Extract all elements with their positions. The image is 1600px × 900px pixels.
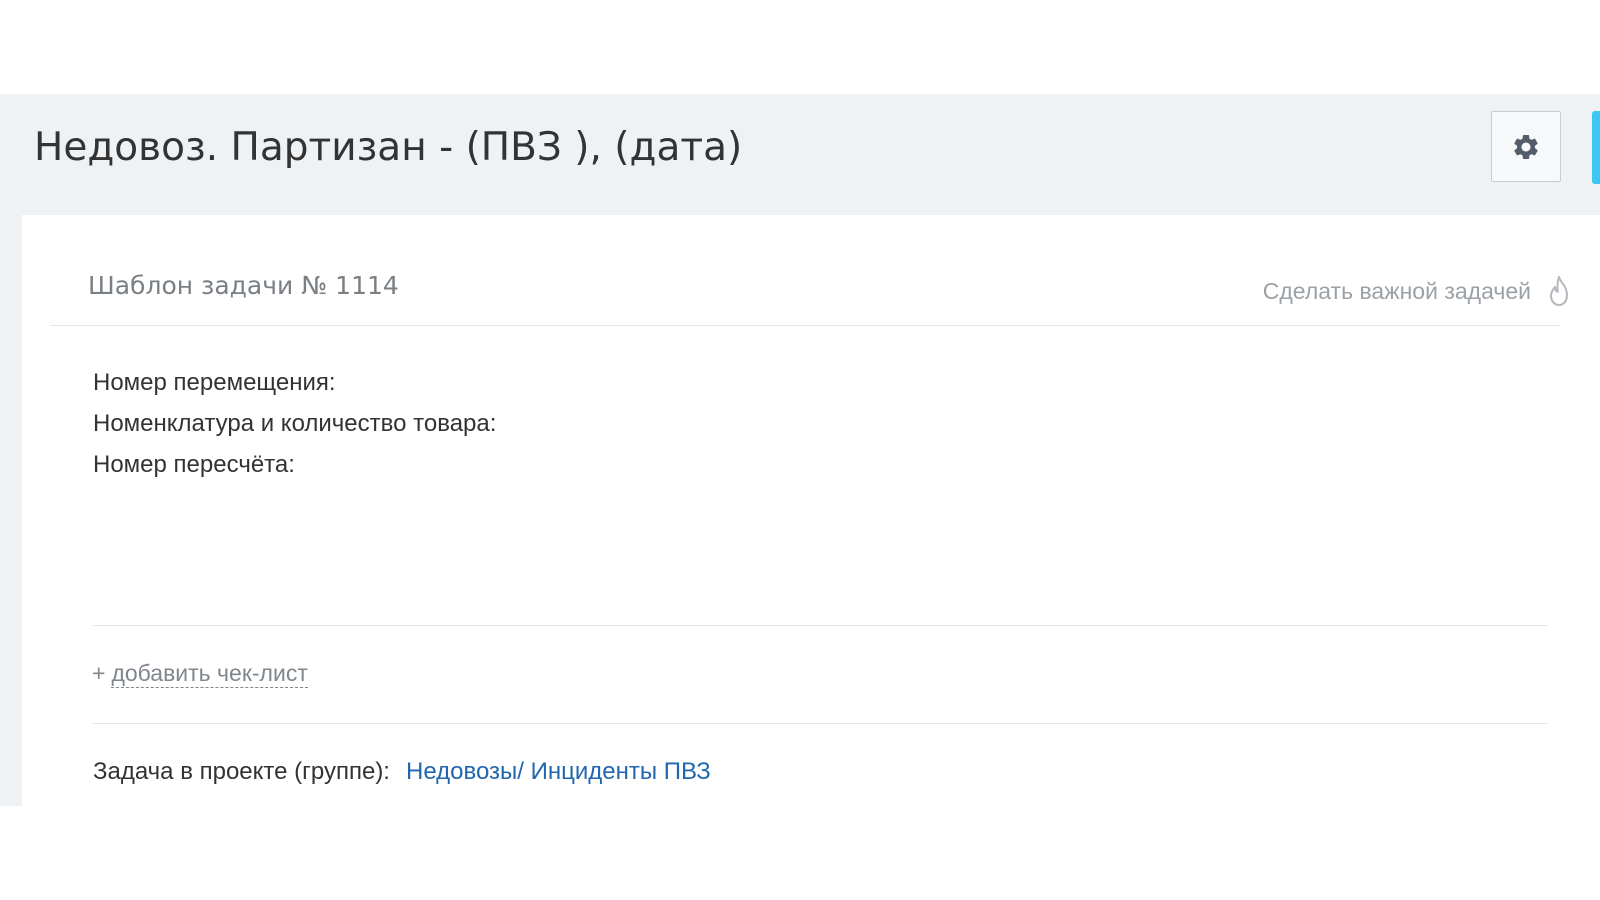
project-row: Задача в проекте (группе): Недовозы/ Инци… — [93, 754, 711, 790]
flame-icon — [1550, 276, 1568, 306]
accent-strip — [1592, 111, 1600, 184]
left-gutter — [0, 215, 22, 806]
settings-button[interactable] — [1491, 111, 1561, 182]
description-line: Номенклатура и количество товара: — [93, 410, 497, 437]
checklist-divider — [93, 723, 1548, 724]
plus-icon: + — [92, 660, 106, 686]
make-important-label: Сделать важной задачей — [1262, 278, 1531, 304]
task-description: Номер перемещения: Номенклатура и количе… — [93, 362, 496, 485]
description-line: Номер перемещения: — [93, 369, 336, 396]
project-label: Задача в проекте (группе): — [93, 758, 390, 785]
make-important-button[interactable]: Сделать важной задачей — [1263, 274, 1571, 308]
description-line: Номер пересчёта: — [93, 451, 295, 478]
gear-icon — [1514, 134, 1538, 159]
add-checklist-label: добавить чек-лист — [111, 660, 308, 688]
header-divider — [50, 325, 1560, 326]
template-label: Шаблон задачи № 1114 — [88, 271, 399, 300]
description-divider — [93, 625, 1548, 626]
project-link[interactable]: Недовозы/ Инциденты ПВЗ — [406, 758, 711, 785]
add-checklist-link[interactable]: + добавить чек-лист — [92, 656, 308, 690]
page-title: Недовоз. Партизан - (ПВЗ ), (дата) — [34, 125, 743, 170]
